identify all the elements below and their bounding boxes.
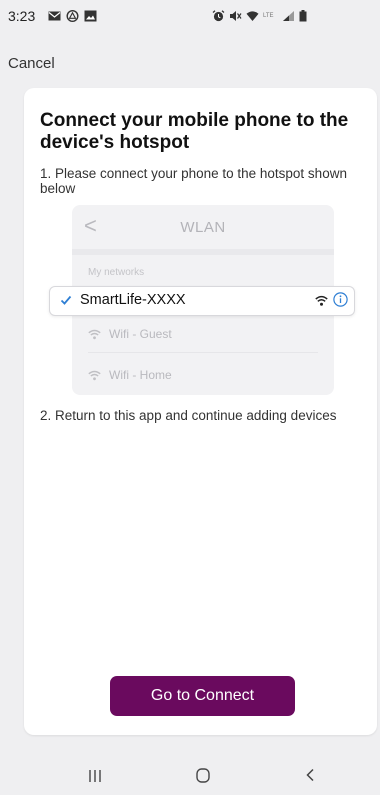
go-to-connect-button[interactable]: Go to Connect [110,676,295,716]
recents-icon[interactable] [88,769,102,783]
step-1-text: 1. Please connect your phone to the hots… [40,166,347,196]
illustration-network-name: Wifi - Guest [109,327,172,341]
selected-network-row: SmartLife-XXXX [49,286,355,316]
selected-network-name: SmartLife-XXXX [80,292,186,308]
wifi-icon [88,329,101,339]
illustration-section-label: My networks [88,267,145,278]
info-icon [333,292,348,307]
back-icon[interactable] [305,768,315,782]
mute-icon [230,11,242,21]
hotspot-card: Connect your mobile phone to the device'… [24,88,377,735]
screen: 3:23 LTE Cancel Connect your mobile phon… [0,0,380,795]
mail-icon [48,11,61,21]
status-right-icons: LTE [212,10,307,22]
lte-icon: LTE [263,13,274,19]
illustration-title: WLAN [180,219,226,236]
alarm-icon [212,10,225,22]
wifi-icon [246,11,259,21]
illustration-network-row: Wifi - Guest [88,316,318,353]
illustration-network-row: Wifi - Home [88,357,318,393]
cancel-button[interactable]: Cancel [8,55,55,72]
check-icon [60,295,72,305]
system-nav-bar [0,755,380,795]
status-bar: 3:23 LTE [0,0,380,36]
wifi-icon [88,370,101,380]
svg-text:LTE: LTE [263,13,274,19]
battery-icon [299,10,307,22]
image-icon [84,10,97,22]
illustration-network-name: Wifi - Home [109,368,172,382]
illustration-header: < WLAN [72,205,334,255]
page-title: Connect your mobile phone to the device'… [40,110,349,153]
status-time: 3:23 [8,8,36,24]
wifi-icon [315,295,328,306]
home-icon[interactable] [196,768,210,783]
drive-icon [66,10,79,22]
status-left-icons [48,10,97,22]
step-2-text: 2. Return to this app and continue addin… [40,408,337,423]
signal-icon [283,11,294,21]
